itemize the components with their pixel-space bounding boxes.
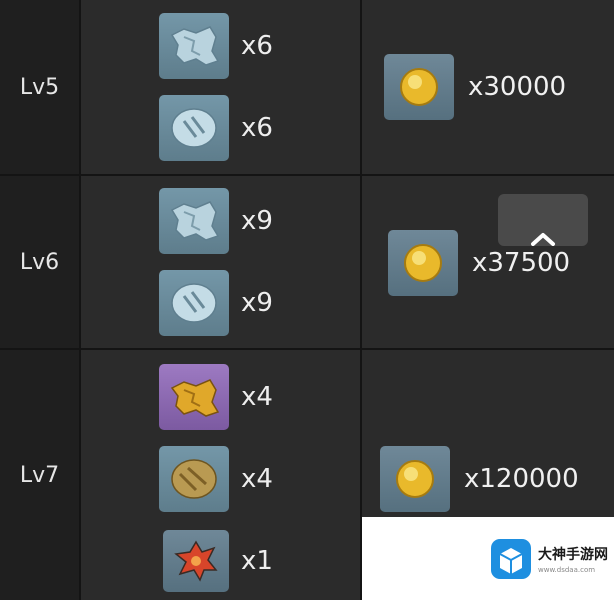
level-label: Lv5 <box>19 74 60 100</box>
chevron-up-icon <box>531 233 555 246</box>
gold-horn-fragment-icon <box>159 364 229 430</box>
cost-cell: x30000 <box>362 0 614 174</box>
cost-item[interactable]: x120000 <box>380 446 579 512</box>
gold-coin-icon <box>380 446 450 512</box>
watermark-title: 大神手游网 <box>538 546 608 563</box>
watermark: 大神手游网 www.dsdaa.com <box>362 517 614 600</box>
red-core-icon <box>163 530 229 592</box>
watermark-url: www.dsdaa.com <box>538 565 596 574</box>
cost-quantity: x37500 <box>472 248 571 278</box>
material-quantity: x1 <box>241 546 273 576</box>
material-item[interactable]: x9 <box>159 188 273 254</box>
material-item[interactable]: x9 <box>159 270 273 336</box>
material-item[interactable]: x1 <box>163 530 273 592</box>
cost-quantity: x30000 <box>468 72 567 102</box>
material-item[interactable]: x4 <box>159 446 273 512</box>
material-quantity: x4 <box>241 382 273 412</box>
material-item[interactable]: x6 <box>159 95 273 161</box>
gold-coin-icon <box>388 230 458 296</box>
level-cell: Lv5 <box>0 0 79 174</box>
material-quantity: x9 <box>241 288 273 318</box>
cost-quantity: x120000 <box>464 464 579 494</box>
scroll-top-button[interactable] <box>498 194 588 246</box>
material-quantity: x6 <box>241 113 273 143</box>
blue-horn-fragment-icon <box>159 188 229 254</box>
level-label: Lv6 <box>19 249 60 275</box>
level-cell: Lv7 <box>0 350 79 600</box>
material-quantity: x9 <box>241 206 273 236</box>
materials-cell: x4 x4 x1 <box>81 350 360 600</box>
materials-cell: x9 x9 <box>81 176 360 348</box>
gold-engraved-stone-icon <box>159 446 229 512</box>
material-quantity: x4 <box>241 464 273 494</box>
level-cell: Lv6 <box>0 176 79 348</box>
cost-item[interactable]: x30000 <box>384 54 566 120</box>
table-row-lv5: Lv5 x6 x6 x30000 <box>0 0 614 174</box>
material-item[interactable]: x4 <box>159 364 273 430</box>
blue-horn-fragment-icon <box>159 13 229 79</box>
material-item[interactable]: x6 <box>159 13 273 79</box>
blue-crystal-stone-icon <box>159 95 229 161</box>
site-logo-icon <box>491 538 531 579</box>
materials-cell: x6 x6 <box>81 0 360 174</box>
material-quantity: x6 <box>241 31 273 61</box>
level-label: Lv7 <box>19 462 60 488</box>
blue-crystal-stone-icon <box>159 270 229 336</box>
watermark-text: 大神手游网 www.dsdaa.com <box>538 544 608 574</box>
gold-coin-icon <box>384 54 454 120</box>
